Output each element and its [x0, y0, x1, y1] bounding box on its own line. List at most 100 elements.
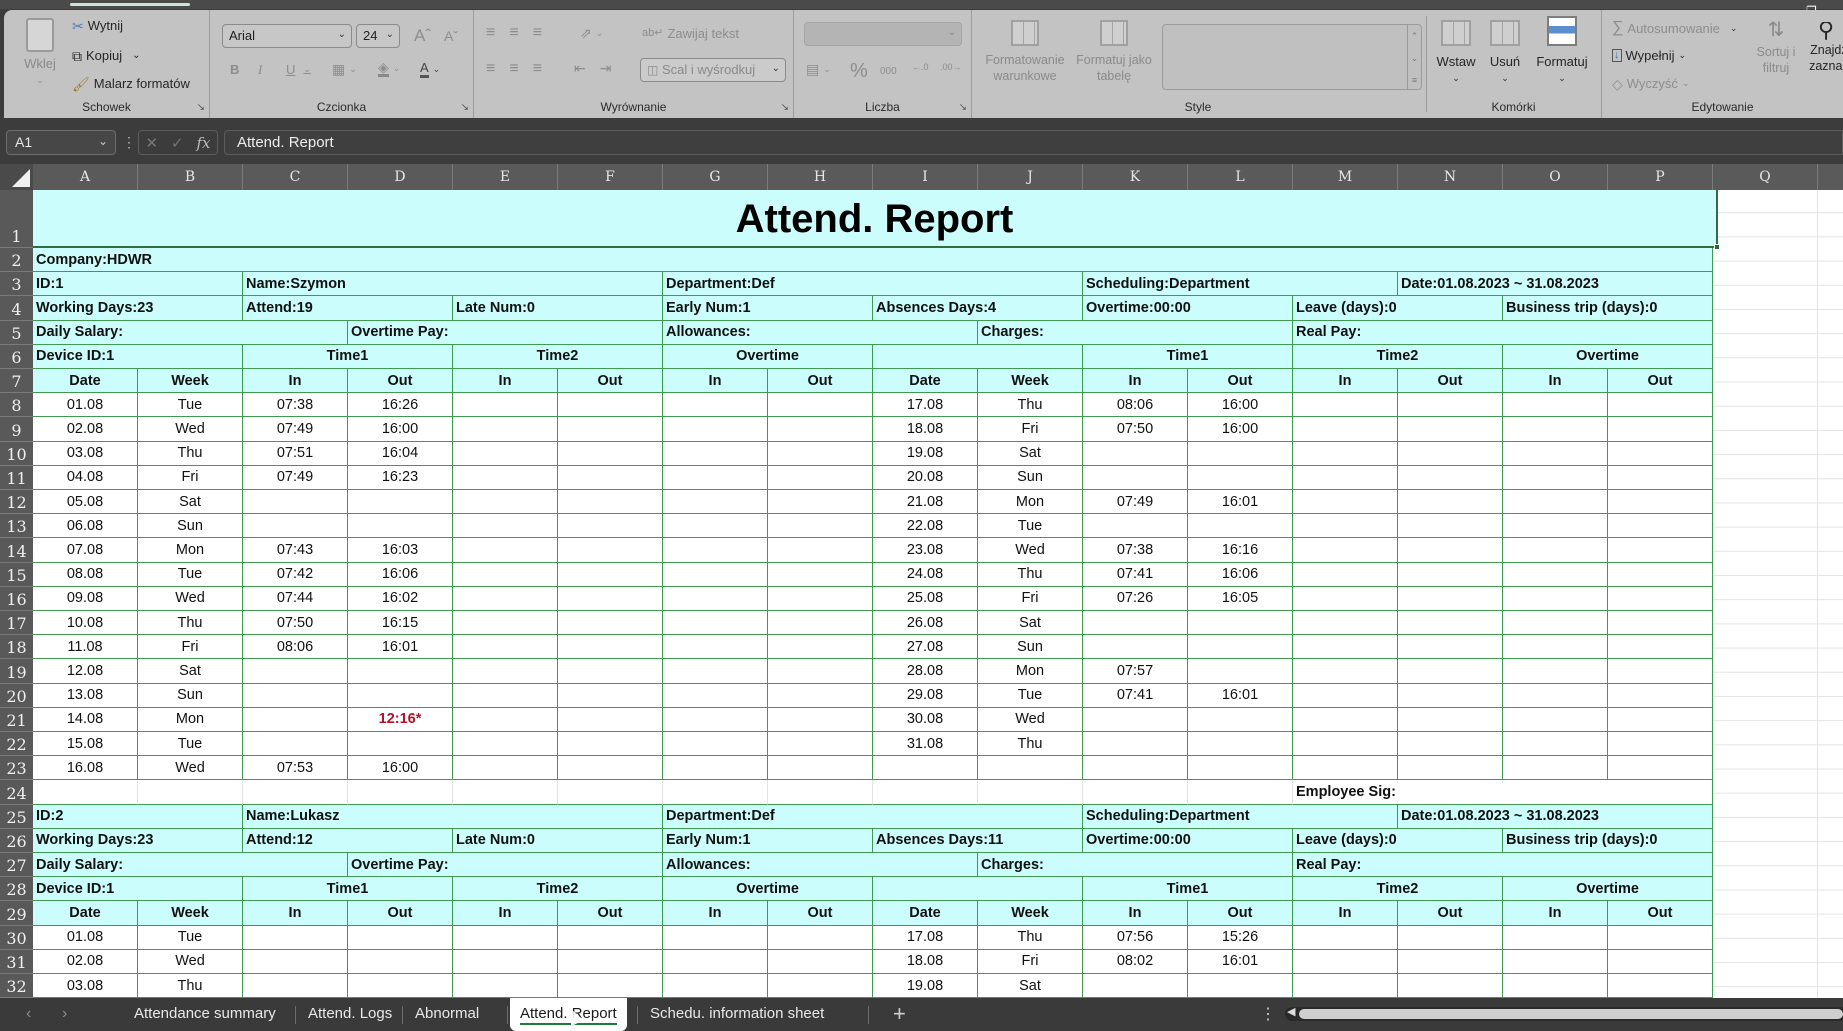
empty-time-cell[interactable] [663, 949, 768, 974]
date-cell[interactable]: 03.08 [33, 974, 138, 998]
date-cell[interactable]: 12.08 [33, 659, 138, 684]
column-label-in[interactable]: In [1293, 369, 1398, 394]
week-cell[interactable]: Thu [138, 441, 243, 466]
time1-in-cell[interactable] [1083, 465, 1188, 490]
column-header[interactable]: C [243, 164, 348, 190]
increase-indent-icon[interactable]: ⇥ [600, 60, 622, 77]
empty-time-cell[interactable] [1608, 562, 1713, 587]
empty-time-cell[interactable] [663, 611, 768, 636]
align-center-icon[interactable]: ≡ [509, 60, 528, 78]
time1-out-cell[interactable] [348, 925, 453, 950]
column-header[interactable]: A [33, 164, 138, 190]
empty-time-cell[interactable] [768, 538, 873, 563]
empty-cell[interactable] [978, 780, 1083, 805]
date-cell[interactable]: 20.08 [873, 465, 978, 490]
empty-time-cell[interactable] [453, 683, 558, 708]
empty-time-cell[interactable] [1503, 417, 1608, 442]
week-cell[interactable]: Sun [978, 465, 1083, 490]
week-cell[interactable]: Fri [138, 635, 243, 660]
time1-out-cell[interactable]: 16:03 [348, 538, 453, 563]
indent-buttons[interactable]: ⇤ ⇥ [574, 60, 621, 77]
date-cell[interactable]: 15.08 [33, 732, 138, 757]
column-label-in[interactable]: In [1503, 901, 1608, 926]
row-header[interactable]: 25 [0, 805, 33, 829]
delete-cells-button[interactable]: Usuń ⌄ [1482, 20, 1528, 86]
row-header[interactable]: 15 [0, 563, 33, 587]
bold-button[interactable]: B [230, 62, 239, 77]
column-header[interactable]: I [873, 164, 978, 190]
empty-time-cell[interactable] [558, 441, 663, 466]
time1-in-cell[interactable] [243, 514, 348, 539]
empty-time-cell[interactable] [453, 538, 558, 563]
vertical-align-buttons[interactable]: ≡ ≡ ≡ [486, 24, 552, 42]
empty-time-cell[interactable] [663, 659, 768, 684]
empty-time-cell[interactable] [1503, 586, 1608, 611]
empty-time-cell[interactable] [1608, 732, 1713, 757]
column-header[interactable]: M [1293, 164, 1398, 190]
empty-time-cell[interactable] [663, 441, 768, 466]
row-header[interactable]: 22 [0, 732, 33, 757]
week-cell[interactable]: Sat [138, 490, 243, 515]
date-cell[interactable]: 18.08 [873, 949, 978, 974]
empty-time-cell[interactable] [1503, 974, 1608, 998]
time1-in-cell[interactable]: 07:44 [243, 586, 348, 611]
empty-time-cell[interactable] [768, 659, 873, 684]
row-header[interactable]: 18 [0, 635, 33, 660]
empty-time-cell[interactable] [663, 538, 768, 563]
employee-name-cell[interactable]: Name:Szymon [243, 272, 663, 297]
date-cell[interactable]: 30.08 [873, 707, 978, 732]
row-header[interactable]: 13 [0, 514, 33, 539]
align-left-icon[interactable]: ≡ [486, 60, 505, 78]
column-header[interactable]: L [1188, 164, 1293, 190]
empty-time-cell[interactable] [768, 393, 873, 418]
row-header[interactable]: 23 [0, 756, 33, 781]
empty-time-cell[interactable] [1608, 417, 1713, 442]
fill-color-button[interactable]: ◈ ⌄ [378, 60, 400, 77]
time1-out-cell[interactable] [1188, 707, 1293, 732]
date-cell[interactable]: 01.08 [33, 925, 138, 950]
column-header[interactable]: D [348, 164, 453, 190]
empty-time-cell[interactable] [1398, 417, 1503, 442]
date-cell[interactable]: 23.08 [873, 538, 978, 563]
column-label-in[interactable]: In [243, 901, 348, 926]
time1-in-cell[interactable]: 07:56 [1083, 925, 1188, 950]
date-cell[interactable]: 14.08 [33, 707, 138, 732]
week-cell[interactable]: Sat [978, 611, 1083, 636]
empty-time-cell[interactable] [1608, 756, 1713, 781]
week-cell[interactable]: Sat [978, 441, 1083, 466]
date-range-cell[interactable]: Date:01.08.2023 ~ 31.08.2023 [1398, 804, 1713, 829]
empty-time-cell[interactable] [663, 635, 768, 660]
empty-time-cell[interactable] [768, 490, 873, 515]
empty-time-cell[interactable] [558, 756, 663, 781]
time1-in-cell[interactable]: 07:41 [1083, 562, 1188, 587]
week-cell[interactable]: Tue [978, 514, 1083, 539]
week-cell[interactable]: Wed [978, 707, 1083, 732]
column-label-out[interactable]: Out [1188, 369, 1293, 394]
accounting-format-button[interactable]: ▤ ⌄ [806, 62, 831, 76]
empty-time-cell[interactable] [768, 756, 873, 781]
time1-in-cell[interactable]: 07:49 [1083, 490, 1188, 515]
empty-time-cell[interactable] [663, 683, 768, 708]
row-header[interactable]: 1 [0, 190, 33, 248]
allowances-cell[interactable]: Allowances: [663, 853, 978, 878]
time1-in-cell[interactable] [243, 490, 348, 515]
insert-cells-button[interactable]: Wstaw ⌄ [1432, 20, 1480, 86]
row-header[interactable]: 27 [0, 853, 33, 878]
business-trip-cell[interactable]: Business trip (days):0 [1503, 828, 1713, 853]
week-cell[interactable]: Tue [138, 732, 243, 757]
row-header[interactable]: 16 [0, 587, 33, 611]
empty-time-cell[interactable] [663, 514, 768, 539]
column-label-in[interactable]: In [243, 369, 348, 394]
row-header[interactable]: 9 [0, 417, 33, 442]
time1-in-cell[interactable]: 07:49 [243, 417, 348, 442]
empty-time-cell[interactable] [1608, 683, 1713, 708]
empty-time-cell[interactable] [558, 949, 663, 974]
empty-cell[interactable] [348, 780, 453, 805]
empty-time-cell[interactable] [768, 925, 873, 950]
dialog-launcher-icon[interactable]: ↘ [197, 102, 205, 113]
horizontal-align-buttons[interactable]: ≡ ≡ ≡ [486, 60, 552, 78]
week-cell[interactable]: Fri [978, 586, 1083, 611]
time1-in-cell[interactable]: 07:53 [243, 756, 348, 781]
column-label-out[interactable]: Out [1608, 901, 1713, 926]
column-label-out[interactable]: Out [1398, 901, 1503, 926]
